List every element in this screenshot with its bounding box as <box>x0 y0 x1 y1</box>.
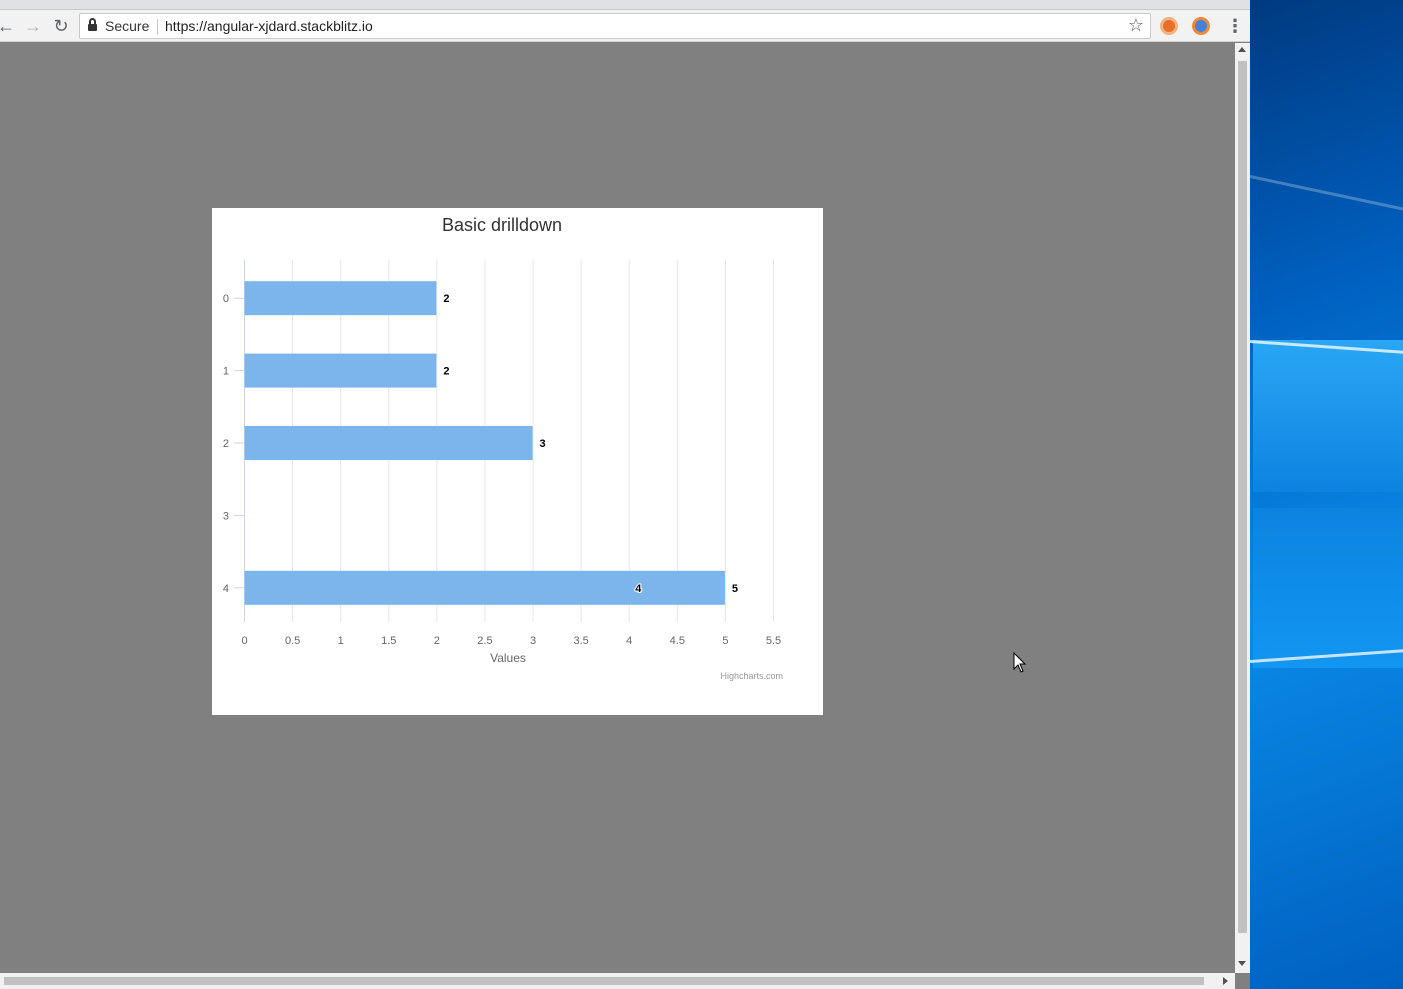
scroll-down-arrow-icon[interactable] <box>1238 961 1246 966</box>
bar-chart: 0 0.5 1 1.5 2 2.5 3 3.5 4 4.5 5 5.5 0 2 1 2 2 3 3 4 5 4 Values <box>223 260 781 665</box>
x-tick-label: 1.5 <box>381 635 396 647</box>
category-label: 3 <box>223 510 229 522</box>
extension-globe-icon[interactable] <box>1192 17 1210 35</box>
data-label: 5 <box>732 583 738 595</box>
x-tick-label: 0.5 <box>285 635 300 647</box>
page-viewport: Basic drilldown 0 0.5 1 1.5 2 2.5 3 3.5 4 4.5 5 5.5… <box>0 43 1235 973</box>
x-tick-label: 2.5 <box>477 635 492 647</box>
category-label: 1 <box>223 366 229 378</box>
forward-icon[interactable]: → <box>21 14 45 38</box>
data-label: 2 <box>443 366 449 378</box>
x-tick-label: 2 <box>434 635 440 647</box>
chart-container: Basic drilldown 0 0.5 1 1.5 2 2.5 3 3.5 4 4.5 5 5.5… <box>212 208 823 715</box>
wallpaper-pane <box>1253 340 1403 492</box>
address-separator <box>157 19 158 35</box>
horizontal-scroll-thumb[interactable] <box>4 977 1204 985</box>
x-tick-label: 1 <box>338 635 344 647</box>
value-axis-title: Values <box>490 651 526 665</box>
category-label: 4 <box>223 583 229 595</box>
category-label: 0 <box>223 293 229 305</box>
data-label: 3 <box>540 438 546 450</box>
x-tick-label: 4 <box>626 635 632 647</box>
horizontal-scrollbar[interactable] <box>0 973 1235 989</box>
lock-icon <box>88 18 97 31</box>
extension-shield-icon[interactable] <box>1160 17 1178 35</box>
x-tick-label: 4.5 <box>670 635 685 647</box>
browser-window: ← → ↻ Secure https://angular-xjdard.stac… <box>0 0 1250 989</box>
x-tick-label: 3.5 <box>573 635 588 647</box>
mouse-cursor-icon <box>1013 652 1027 673</box>
secure-label: Secure <box>105 18 150 34</box>
desktop-wallpaper <box>1250 0 1403 989</box>
highcharts-credits-link[interactable]: Highcharts.com <box>720 671 783 681</box>
data-label: 2 <box>443 293 449 305</box>
category-label: 2 <box>223 438 229 450</box>
browser-toolbar: ← → ↻ Secure https://angular-xjdard.stac… <box>0 10 1250 42</box>
reload-icon[interactable]: ↻ <box>49 14 73 38</box>
browser-menu-icon[interactable]: ⋮ <box>1226 16 1244 36</box>
url-text[interactable]: https://angular-xjdard.stackblitz.io <box>165 18 373 34</box>
tab-strip <box>0 0 1250 10</box>
scroll-right-arrow-icon[interactable] <box>1223 977 1228 985</box>
back-icon[interactable]: ← <box>0 14 18 38</box>
bar <box>244 353 437 388</box>
wallpaper-pane <box>1253 508 1403 668</box>
address-bar[interactable]: Secure https://angular-xjdard.stackblitz… <box>79 13 1151 39</box>
wallpaper-light-beam <box>1250 175 1403 220</box>
bar <box>244 281 437 316</box>
bar-inner-label: 4 <box>635 583 642 595</box>
x-tick-label: 5.5 <box>766 635 781 647</box>
bar <box>244 570 725 605</box>
x-tick-label: 5 <box>722 635 728 647</box>
x-tick-label: 3 <box>530 635 536 647</box>
vertical-scrollbar[interactable] <box>1235 43 1250 973</box>
x-tick-label: 0 <box>241 635 247 647</box>
vertical-scroll-thumb[interactable] <box>1238 61 1247 933</box>
bookmark-star-icon[interactable]: ☆ <box>1128 15 1144 36</box>
bar <box>244 426 533 460</box>
scroll-up-arrow-icon[interactable] <box>1238 47 1246 52</box>
